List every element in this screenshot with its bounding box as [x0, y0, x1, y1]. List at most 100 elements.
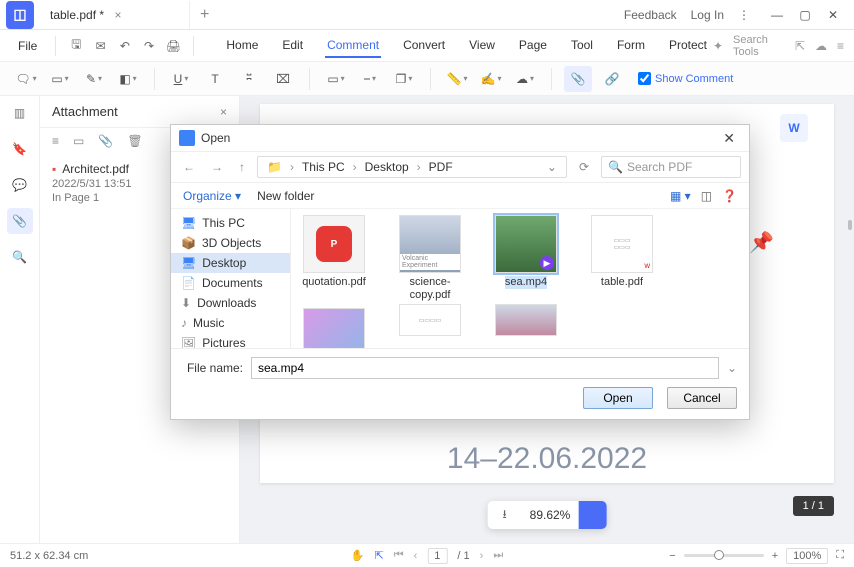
scroll-indicator[interactable]	[848, 220, 852, 230]
organize-menu[interactable]: Organize ▾	[183, 189, 241, 203]
tab-comment[interactable]: Comment	[325, 34, 381, 58]
nav-back-icon[interactable]: ←	[179, 158, 199, 176]
textbox-tool[interactable]: ⎶	[235, 66, 263, 92]
rail-bookmark-icon[interactable]: 🔖	[7, 136, 33, 162]
crumb-pdf[interactable]: PDF	[426, 160, 456, 174]
feedback-link[interactable]: Feedback	[624, 8, 677, 22]
shape-rect-tool[interactable]: ▭	[322, 66, 350, 92]
cloud-icon[interactable]: ☁	[815, 39, 827, 53]
pen-tool[interactable]: ✎	[80, 66, 108, 92]
panel-close-icon[interactable]: ×	[220, 105, 227, 119]
tree-documents[interactable]: 📄Documents	[171, 273, 290, 293]
tab-convert[interactable]: Convert	[401, 34, 447, 58]
prev-page-icon[interactable]: ‹	[414, 550, 418, 562]
new-folder-button[interactable]: New folder	[257, 189, 314, 203]
breadcrumb[interactable]: 📁› This PC› Desktop› PDF ⌄	[257, 156, 567, 178]
maximize-icon[interactable]: ▢	[792, 4, 818, 26]
highlight-tool[interactable]: ▭	[46, 66, 74, 92]
first-page-icon[interactable]: ⏮	[394, 549, 404, 562]
print-icon[interactable]: 🖨	[163, 35, 183, 57]
page-number-input[interactable]: 1	[427, 548, 447, 564]
file-item[interactable]: ▭▭▭▭	[391, 304, 469, 348]
zoom-handle[interactable]	[578, 501, 606, 529]
search-tools-input[interactable]: Search Tools	[733, 34, 785, 58]
zoom-in-icon[interactable]: +	[772, 550, 778, 562]
mail-icon[interactable]: ✉	[91, 35, 111, 57]
tab-home[interactable]: Home	[224, 34, 260, 58]
file-item[interactable]: ▭▭▭▭▭▭W table.pdf	[583, 215, 661, 302]
tree-music[interactable]: ♪Music	[171, 313, 290, 333]
stamp-tool[interactable]: ❐	[390, 66, 418, 92]
login-link[interactable]: Log In	[691, 8, 724, 22]
tree-desktop[interactable]: 🖥Desktop	[171, 253, 290, 273]
panel-clip-icon[interactable]: 📎	[98, 134, 113, 148]
rail-search-icon[interactable]: 🔍	[7, 244, 33, 270]
download-icon[interactable]: ⭳	[488, 505, 522, 526]
new-tab-button[interactable]: +	[190, 6, 219, 24]
rail-comment-icon[interactable]: 💬	[7, 172, 33, 198]
tree-3d[interactable]: 📦3D Objects	[171, 233, 290, 253]
undo-icon[interactable]: ↶	[115, 35, 135, 57]
pushpin-icon[interactable]: 📌	[749, 230, 774, 255]
sign-tool[interactable]: ✍	[477, 66, 505, 92]
callout-tool[interactable]: ⌧	[269, 66, 297, 92]
panel-delete-icon[interactable]: 🗑	[127, 134, 142, 148]
select-tool-icon[interactable]: ⇱	[374, 549, 383, 562]
redo-icon[interactable]: ↷	[139, 35, 159, 57]
tree-downloads[interactable]: ⬇Downloads	[171, 293, 290, 313]
shape-line-tool[interactable]: ⎯	[356, 66, 384, 92]
dialog-close-icon[interactable]: ✕	[717, 128, 741, 149]
panel-add-icon[interactable]: ▭	[73, 134, 84, 148]
file-item[interactable]: Volcanic Experiment science-copy.pdf	[391, 215, 469, 302]
minimize-icon[interactable]: —	[764, 4, 790, 26]
open-button[interactable]: Open	[583, 387, 653, 409]
tab-tool[interactable]: Tool	[569, 34, 595, 58]
tree-pictures[interactable]: 🖼Pictures	[171, 333, 290, 348]
filename-input[interactable]	[251, 357, 719, 379]
zoom-value[interactable]: 100%	[786, 548, 828, 564]
preview-pane-icon[interactable]: ◫	[701, 189, 712, 203]
tree-thispc[interactable]: 🖥This PC	[171, 213, 290, 233]
measure-tool[interactable]: 📏	[443, 66, 471, 92]
zoom-out-icon[interactable]: −	[669, 550, 675, 562]
show-comment-checkbox[interactable]	[638, 72, 651, 85]
fit-icon[interactable]: ⛶	[836, 549, 844, 562]
crumb-desktop[interactable]: Desktop	[362, 160, 412, 174]
file-item[interactable]: P quotation.pdf	[295, 215, 373, 302]
underline-tool[interactable]: U	[167, 66, 195, 92]
document-tab[interactable]: table.pdf * ×	[40, 1, 190, 29]
help-icon[interactable]: ❓	[722, 189, 737, 203]
file-item-selected[interactable]: ▶ sea.mp4	[487, 215, 565, 302]
cloud-tool[interactable]: ☁	[511, 66, 539, 92]
more-icon[interactable]: ⋮	[738, 8, 750, 22]
file-item[interactable]	[487, 304, 565, 348]
attachment-tool[interactable]: 📎	[564, 66, 592, 92]
menu-icon[interactable]: ≡	[837, 39, 844, 53]
hand-tool-icon[interactable]: ✋	[351, 549, 365, 562]
tab-view[interactable]: View	[467, 34, 497, 58]
rail-attachment-icon[interactable]: 📎	[7, 208, 33, 234]
tab-edit[interactable]: Edit	[280, 34, 305, 58]
wand-icon[interactable]: ✦	[713, 39, 723, 53]
close-tab-icon[interactable]: ×	[111, 8, 180, 22]
crumb-thispc[interactable]: This PC	[299, 160, 348, 174]
save-icon[interactable]: 🖫	[66, 35, 86, 57]
dialog-search-input[interactable]: 🔍 Search PDF	[601, 156, 741, 178]
text-tool[interactable]: T	[201, 66, 229, 92]
next-page-icon[interactable]: ›	[480, 550, 484, 562]
note-tool[interactable]: 🗨	[12, 66, 40, 92]
nav-fwd-icon[interactable]: →	[207, 158, 227, 176]
tab-protect[interactable]: Protect	[667, 34, 709, 58]
panel-list-icon[interactable]: ≡	[52, 134, 59, 148]
view-mode-icon[interactable]: ▦ ▾	[670, 189, 691, 203]
file-item[interactable]: tezos-WN5_7UBc7cw-unsplash.gif	[295, 308, 373, 348]
tab-page[interactable]: Page	[517, 34, 549, 58]
nav-up-icon[interactable]: ↑	[235, 158, 249, 176]
cancel-button[interactable]: Cancel	[667, 387, 737, 409]
tab-form[interactable]: Form	[615, 34, 647, 58]
zoom-slider[interactable]	[684, 554, 764, 557]
close-icon[interactable]: ✕	[820, 4, 846, 26]
link-tool[interactable]: 🔗	[598, 66, 626, 92]
share-icon[interactable]: ⇱	[795, 39, 805, 53]
last-page-icon[interactable]: ⏭	[493, 549, 503, 562]
